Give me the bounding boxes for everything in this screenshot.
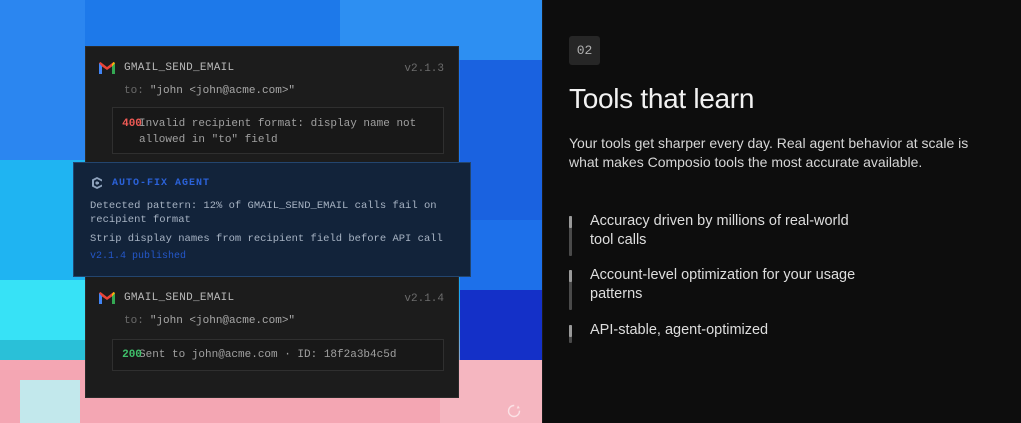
bg-block	[460, 220, 542, 290]
agent-fix-description: Strip display names from recipient field…	[90, 233, 443, 245]
gmail-icon	[99, 292, 115, 304]
status-code: 400	[122, 118, 142, 130]
feature-item: Account-level optimization for your usag…	[569, 266, 869, 310]
tool-call-card-success: GMAIL_SEND_EMAIL v2.1.4 to: "john <john@a…	[85, 276, 459, 398]
feature-bar-indicator	[569, 325, 572, 343]
feature-bar-indicator	[569, 216, 572, 256]
bg-block	[460, 290, 542, 360]
to-label: to:	[124, 85, 144, 97]
agent-header: AUTO-FIX AGENT	[90, 176, 210, 190]
feature-item: Accuracy driven by millions of real-worl…	[569, 212, 869, 256]
version-label: v2.1.4	[404, 293, 444, 305]
auto-fix-agent-card: AUTO-FIX AGENT Detected pattern: 12% of …	[73, 162, 471, 277]
tool-name: GMAIL_SEND_EMAIL	[124, 62, 235, 74]
published-version: v2.1.4 published	[90, 251, 187, 262]
recipient-line: to: "john <john@acme.com>"	[124, 315, 295, 327]
success-result: 200 Sent to john@acme.com · ID: 18f2a3b4…	[112, 339, 444, 371]
refresh-icon[interactable]	[505, 402, 523, 420]
card-header: GMAIL_SEND_EMAIL	[98, 291, 234, 305]
error-result: 400 Invalid recipient format: display na…	[112, 107, 444, 154]
version-label: v2.1.3	[404, 63, 444, 75]
to-label: to:	[124, 315, 144, 327]
bg-block	[0, 280, 85, 340]
agent-name: AUTO-FIX AGENT	[112, 177, 211, 189]
agent-detected-pattern: Detected pattern: 12% of GMAIL_SEND_EMAI…	[90, 200, 437, 226]
step-number-badge: 02	[569, 36, 600, 65]
to-value: "john <john@acme.com>"	[149, 85, 296, 97]
feature-item: API-stable, agent-optimized	[569, 321, 869, 343]
recipient-line: to: "john <john@acme.com>"	[124, 85, 295, 97]
bg-block	[460, 60, 542, 220]
gmail-icon	[99, 62, 115, 74]
tool-call-card-failed: GMAIL_SEND_EMAIL v2.1.3 to: "john <john@a…	[85, 46, 459, 171]
bg-block	[0, 0, 85, 160]
feature-text: Account-level optimization for your usag…	[590, 267, 856, 302]
success-message: Sent to john@acme.com · ID: 18f2a3b4c5d	[139, 349, 397, 361]
composio-agent-icon	[92, 177, 102, 189]
illustration-panel: GMAIL_SEND_EMAIL v2.1.3 to: "john <john@a…	[0, 0, 542, 423]
feature-text: Accuracy driven by millions of real-worl…	[590, 213, 849, 248]
tool-name: GMAIL_SEND_EMAIL	[124, 292, 235, 304]
status-code: 200	[122, 349, 142, 361]
section-title: Tools that learn	[569, 83, 755, 114]
section-description: Your tools get sharper every day. Real a…	[569, 135, 969, 170]
bg-block	[20, 380, 80, 423]
feature-bar-indicator	[569, 270, 572, 310]
error-message: Invalid recipient format: display name n…	[139, 118, 417, 146]
to-value: "john <john@acme.com>"	[149, 315, 296, 327]
feature-list: Accuracy driven by millions of real-worl…	[569, 212, 869, 343]
card-header: GMAIL_SEND_EMAIL	[98, 61, 234, 75]
feature-text: API-stable, agent-optimized	[590, 322, 769, 338]
feature-section: 02 Tools that learn Your tools get sharp…	[542, 0, 1021, 423]
